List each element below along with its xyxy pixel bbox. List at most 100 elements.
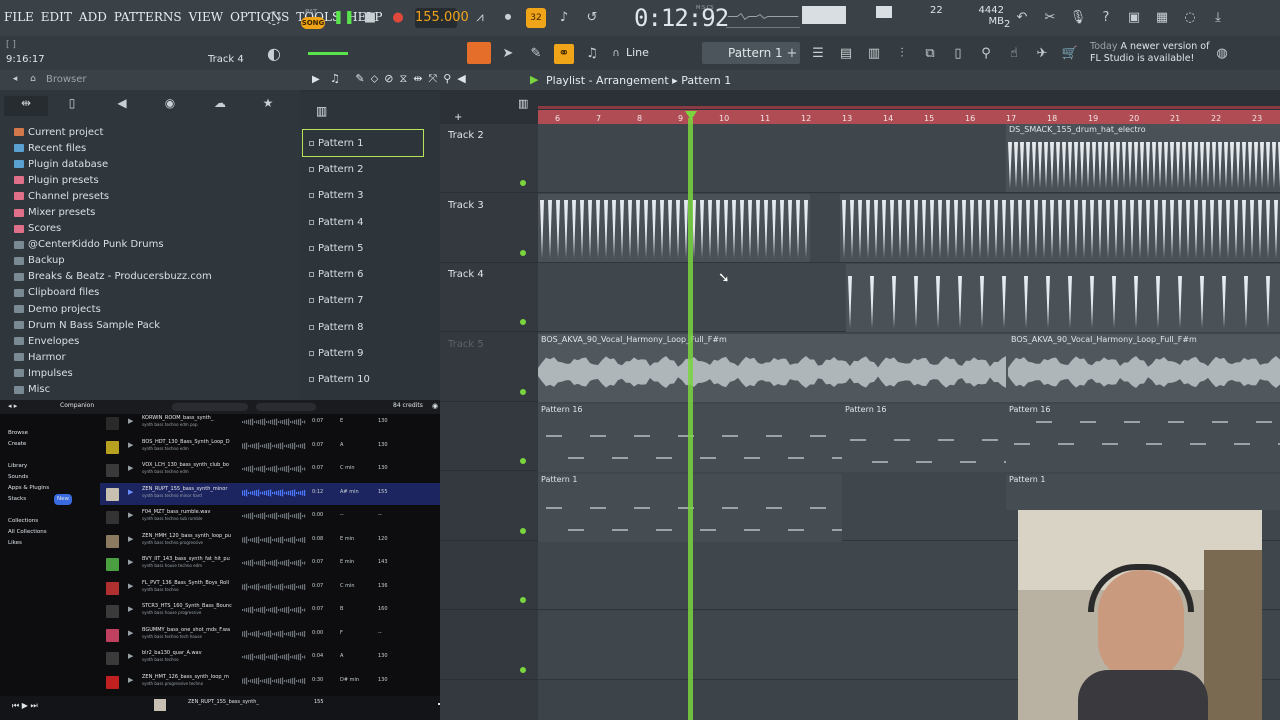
playlist-tool-icon[interactable] bbox=[467, 42, 491, 64]
pattern-item[interactable]: Pattern 6 bbox=[303, 261, 423, 287]
pattern-item[interactable]: Pattern 9 bbox=[303, 340, 423, 366]
browser-item[interactable]: Backup bbox=[14, 253, 212, 269]
sample-play-icon[interactable]: ▶ bbox=[128, 464, 133, 472]
loop-record-icon[interactable]: ↺ bbox=[582, 8, 602, 28]
sample-row[interactable]: ▶ ZEN_RUPT_155_bass_synth_minor synth bass… bbox=[100, 482, 490, 505]
save-icon[interactable]: ▣ bbox=[1124, 8, 1144, 28]
playlist-tools-icons[interactable]: ♫ ✎⬦⊘⧖⇹⤧⚲◀ bbox=[330, 72, 472, 86]
sample-play-icon[interactable]: ▶ bbox=[128, 605, 133, 613]
companion-nav-item[interactable]: Create bbox=[8, 439, 49, 450]
pattern-item[interactable]: Pattern 1 bbox=[302, 128, 424, 158]
master-pitch-slider[interactable] bbox=[308, 52, 348, 55]
stamp-icon[interactable]: ♫ bbox=[582, 44, 602, 64]
companion-nav-item[interactable]: Apps & Plugins bbox=[8, 483, 49, 494]
globe-icon[interactable]: ◍ bbox=[1212, 44, 1232, 64]
stop-icon[interactable]: ■ bbox=[360, 8, 380, 28]
link-icon[interactable]: ⚭ bbox=[554, 44, 574, 64]
sample-row[interactable]: ▶ blr2_ba130_quar_A.wav synth bass techno 0… bbox=[100, 647, 490, 669]
playlist-icon[interactable]: ☰ bbox=[808, 44, 828, 64]
sample-row[interactable]: ▶ FL_PVT_136_Bass_Synth_Boys_Roll synth ba… bbox=[100, 577, 490, 599]
browser-item[interactable]: Harmor bbox=[14, 349, 212, 365]
audio-clip[interactable] bbox=[846, 264, 1280, 332]
plugin-picker-icon[interactable]: ⚲ bbox=[976, 44, 996, 64]
sample-play-icon[interactable]: ▶ bbox=[128, 676, 133, 684]
pattern-clip[interactable]: Pattern 1 bbox=[1006, 474, 1280, 510]
browser-item[interactable]: Scores bbox=[14, 221, 212, 237]
song-mode-button[interactable]: SONG bbox=[301, 17, 325, 29]
audio-clip[interactable] bbox=[538, 194, 810, 262]
track-mute-led[interactable] bbox=[520, 597, 526, 603]
track-mute-led[interactable] bbox=[520, 180, 526, 186]
browser-item[interactable]: Mixer presets bbox=[14, 204, 212, 220]
piano-roll-icon[interactable]: ▥ bbox=[864, 44, 884, 64]
pattern-item[interactable]: Pattern 4 bbox=[303, 209, 423, 235]
companion-nav-item[interactable]: Sounds bbox=[8, 472, 49, 483]
sample-row[interactable]: ▶ BGUMMY_bass_one_shot_mds_F.wa synth bass… bbox=[100, 624, 490, 646]
browser-item[interactable]: Demo projects bbox=[14, 301, 212, 317]
track-list-icon[interactable]: ▥ bbox=[518, 97, 528, 110]
pattern-item[interactable]: Pattern 2 bbox=[303, 156, 423, 182]
companion-nav-icon[interactable]: ◂ ▸ bbox=[8, 402, 17, 410]
chat-icon[interactable]: ◌ bbox=[1180, 8, 1200, 28]
audio-clip[interactable]: BOS_AKVA_90_Vocal_Harmony_Loop_Full_F#m bbox=[538, 334, 1008, 402]
menu-patterns[interactable]: PATTERNS bbox=[114, 10, 182, 24]
pencil-icon[interactable]: ✎ bbox=[526, 44, 546, 64]
undo-icon[interactable]: ↶ bbox=[1012, 8, 1032, 28]
track-header[interactable]: Track 2 bbox=[440, 124, 538, 193]
cut-icon[interactable]: ✂ bbox=[1040, 8, 1060, 28]
picker-toggle-icon[interactable]: ▥ bbox=[316, 104, 327, 118]
playhead[interactable] bbox=[688, 118, 693, 720]
browser-menu-icon[interactable]: ⌂ bbox=[26, 72, 40, 86]
companion-nav-item[interactable]: Likes bbox=[8, 538, 49, 549]
pattern-item[interactable]: Pattern 5 bbox=[303, 235, 423, 261]
browser-item[interactable]: Plugin database bbox=[14, 156, 212, 172]
track-header[interactable]: Track 5 bbox=[440, 333, 538, 402]
browser-item[interactable]: @CenterKiddo Punk Drums bbox=[14, 237, 212, 253]
browser-item[interactable]: Misc bbox=[14, 382, 212, 398]
sample-row[interactable]: ▶ KORWIN_ROOM_bass_synth_ synth bass techn… bbox=[100, 412, 490, 434]
metronome-icon[interactable]: ⩘ bbox=[470, 8, 490, 28]
channel-icon[interactable]: ⧉ bbox=[920, 44, 940, 64]
sample-row[interactable]: ▶ ZEN_HMH_120_bass_synth_loop_pu synth bas… bbox=[100, 530, 490, 552]
sample-row[interactable]: ▶ VOX_LCH_130_bass_synth_club_bo synth bas… bbox=[100, 459, 490, 481]
sample-play-icon[interactable]: ▶ bbox=[128, 488, 133, 496]
download-icon[interactable]: ⤓ bbox=[1208, 8, 1228, 28]
sample-play-icon[interactable]: ▶ bbox=[128, 441, 133, 449]
browser-item[interactable]: Current project bbox=[14, 124, 212, 140]
blend-notes-icon[interactable]: ♪ bbox=[554, 8, 574, 28]
companion-nav-item[interactable]: Browse bbox=[8, 428, 49, 439]
browser-back-icon[interactable]: ◂ bbox=[8, 72, 22, 86]
companion-describe-input[interactable] bbox=[256, 403, 316, 411]
track-mute-led[interactable] bbox=[520, 458, 526, 464]
wait-record-icon[interactable]: ⏺ bbox=[498, 8, 518, 28]
plugin-icon[interactable]: ▦ bbox=[1152, 8, 1172, 28]
menu-edit[interactable]: EDIT bbox=[41, 10, 72, 24]
add-pattern-icon[interactable]: + bbox=[782, 44, 802, 64]
touch-icon[interactable]: ☝ bbox=[1004, 44, 1024, 64]
track-header[interactable] bbox=[440, 611, 538, 680]
tab-cloud-icon[interactable]: ☁ bbox=[210, 96, 230, 116]
pattern-clip[interactable]: Pattern 16 bbox=[1006, 404, 1280, 472]
track-mute-led[interactable] bbox=[520, 388, 526, 395]
mic-icon[interactable]: 🎙 bbox=[1068, 8, 1088, 28]
audio-clip[interactable]: BOS_AKVA_90_Vocal_Harmony_Loop_Full_F#m bbox=[1008, 334, 1280, 402]
time-selection-bar[interactable] bbox=[538, 106, 1280, 109]
tab-online-icon[interactable]: ◉ bbox=[160, 96, 180, 116]
step-edit-icon[interactable]: 32 bbox=[526, 8, 546, 28]
audio-clip[interactable] bbox=[840, 194, 1280, 262]
sample-play-icon[interactable]: ▶ bbox=[128, 629, 133, 637]
track-header[interactable] bbox=[440, 472, 538, 541]
browser-item[interactable]: Breaks & Beatz - Producersbuzz.com bbox=[14, 269, 212, 285]
help-icon[interactable]: ? bbox=[1096, 8, 1116, 28]
tab-files-icon[interactable]: ▯ bbox=[62, 96, 82, 116]
pattern-item[interactable]: Pattern 7 bbox=[303, 288, 423, 314]
mixer-icon[interactable]: ⫶ bbox=[892, 44, 912, 64]
track-header[interactable] bbox=[440, 402, 538, 471]
sample-row[interactable]: ▶ ZEN_HMT_126_bass_synth_loop_m synth bass… bbox=[100, 671, 490, 693]
browser-icon[interactable]: ▯ bbox=[948, 44, 968, 64]
track-mute-led[interactable] bbox=[520, 249, 526, 256]
pattern-item[interactable]: Pattern 8 bbox=[303, 314, 423, 340]
timeline-ruler[interactable] bbox=[538, 110, 1280, 124]
arrow-right-icon[interactable]: ➤ bbox=[498, 44, 518, 64]
companion-nav-item[interactable]: Library bbox=[8, 461, 49, 472]
